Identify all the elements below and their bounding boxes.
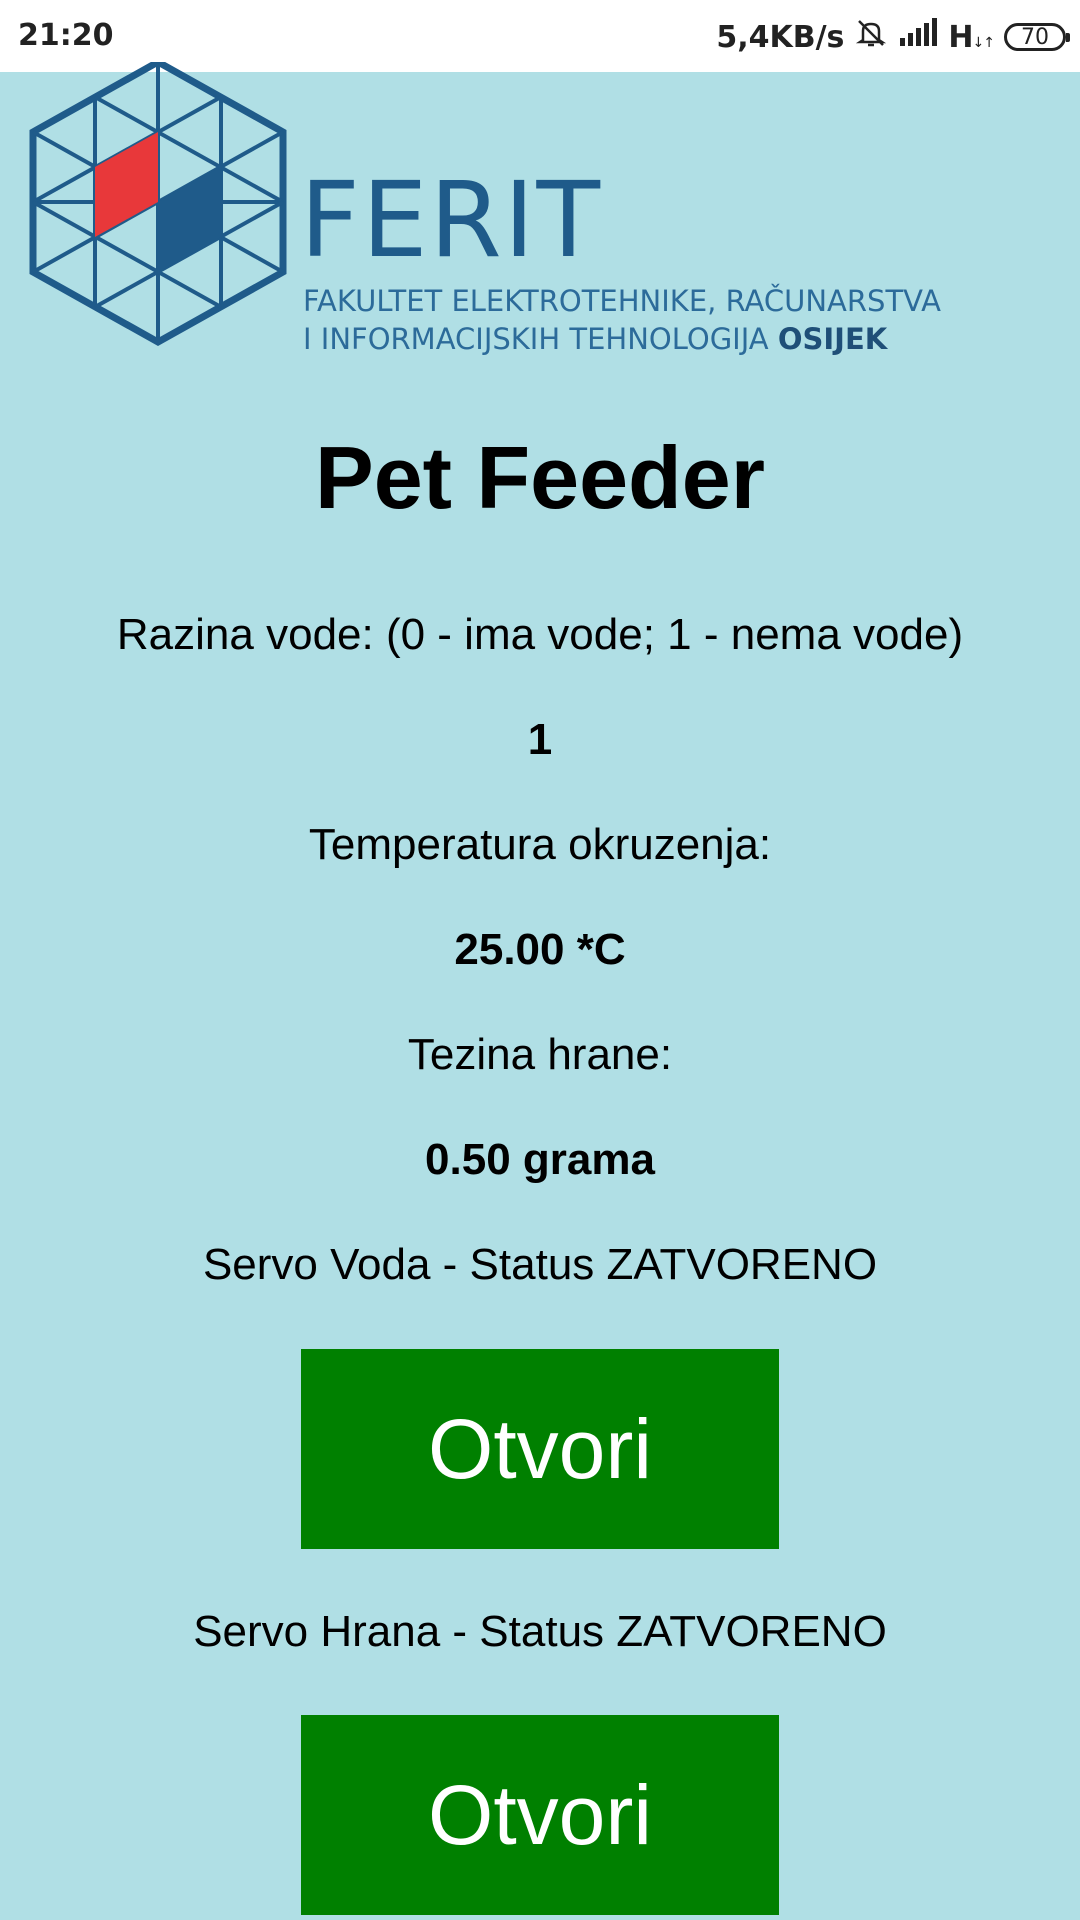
logo-subtitle-2: I INFORMACIJSKIH TEHNOLOGIJA OSIJEK	[303, 322, 888, 356]
page-title: Pet Feeder	[315, 428, 765, 527]
logo-subtitle-1: FAKULTET ELEKTROTEHNIKE, RAČUNARSTVA	[303, 284, 941, 318]
battery-icon: 70	[1004, 23, 1070, 51]
mute-icon	[854, 16, 888, 58]
ferit-logo: FERIT FAKULTET ELEKTROTEHNIKE, RAČUNARST…	[0, 62, 1080, 372]
status-time: 21:20	[18, 18, 114, 53]
water-level-value: 1	[527, 715, 553, 764]
page: FERIT FAKULTET ELEKTROTEHNIKE, RAČUNARST…	[0, 62, 1080, 1920]
status-right: 5,4KB/s H↓↑ 70	[716, 16, 1070, 58]
temperature-value: 25.00 *C	[454, 925, 626, 974]
logo-wordmark: FERIT	[300, 159, 602, 281]
network-type: H↓↑	[948, 19, 995, 55]
temperature-label: Temperatura okruzenja:	[308, 820, 772, 869]
servo-water-open-button[interactable]: Otvori	[301, 1349, 779, 1549]
hexagon-logo-icon	[29, 62, 287, 347]
servo-water-status: Servo Voda - Status ZATVORENO	[202, 1240, 878, 1289]
water-level-label: Razina vode: (0 - ima vode; 1 - nema vod…	[116, 610, 964, 659]
network-speed: 5,4KB/s	[716, 19, 845, 55]
food-weight-value: 0.50 grama	[425, 1135, 655, 1184]
food-weight-label: Tezina hrane:	[407, 1030, 673, 1079]
signal-icon	[898, 18, 938, 56]
servo-food-open-button[interactable]: Otvori	[301, 1715, 779, 1915]
servo-food-status: Servo Hrana - Status ZATVORENO	[193, 1607, 887, 1656]
